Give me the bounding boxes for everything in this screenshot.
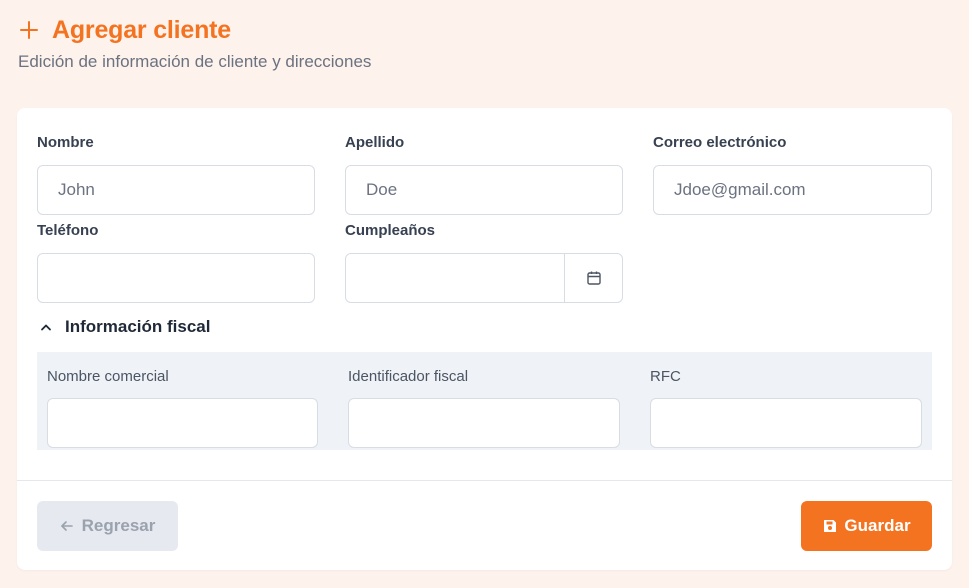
client-form-card: Nombre John Apellido Doe Correo electrón…	[17, 108, 952, 570]
add-client-page: Agregar cliente Edición de información d…	[0, 0, 969, 588]
rfc-field: RFC	[650, 368, 922, 448]
page-title: Agregar cliente	[52, 15, 232, 44]
footer-divider	[17, 480, 952, 481]
back-button[interactable]: Regresar	[37, 501, 178, 551]
telefono-label: Teléfono	[37, 222, 99, 239]
email-placeholder: Jdoe@gmail.com	[674, 180, 806, 199]
cumpleanos-field: Cumpleaños	[345, 222, 623, 303]
save-icon	[824, 520, 837, 532]
nombre-comercial-input[interactable]	[47, 398, 318, 448]
rfc-label: RFC	[650, 368, 681, 385]
correo-field: Correo electrónico Jdoe@gmail.com	[653, 134, 932, 215]
apellido-input[interactable]: Doe	[345, 165, 623, 215]
page-header: Agregar cliente Edición de información d…	[18, 14, 371, 72]
back-button-label: Regresar	[81, 516, 156, 535]
apellido-label: Apellido	[345, 134, 405, 151]
save-button-label: Guardar	[844, 516, 911, 535]
rfc-input[interactable]	[650, 398, 922, 448]
telefono-field: Teléfono	[37, 222, 315, 303]
calendar-icon	[586, 271, 601, 285]
nombre-comercial-label: Nombre comercial	[47, 368, 169, 385]
nombre-field: Nombre John	[37, 134, 315, 215]
phone-input[interactable]	[37, 253, 315, 303]
page-subtitle: Edición de información de cliente y dire…	[18, 52, 372, 71]
apellido-placeholder: Doe	[366, 180, 398, 199]
nombre-label: Nombre	[37, 134, 94, 151]
birthday-datepicker	[345, 253, 623, 303]
nombre-input[interactable]: John	[37, 165, 315, 215]
fiscal-panel: Nombre comercial Identificador fiscal RF…	[37, 352, 932, 450]
cumpleanos-label: Cumpleaños	[345, 222, 436, 239]
apellido-field: Apellido Doe	[345, 134, 623, 215]
email-input[interactable]: Jdoe@gmail.com	[653, 165, 932, 215]
fiscal-section-title: Información fiscal	[65, 317, 211, 336]
nombre-placeholder: John	[58, 180, 95, 199]
chevron-up-icon	[41, 324, 51, 331]
identificador-fiscal-label: Identificador fiscal	[348, 368, 469, 385]
plus-icon	[18, 19, 40, 41]
nombre-comercial-field: Nombre comercial	[47, 368, 318, 448]
save-button[interactable]: Guardar	[801, 501, 932, 551]
identificador-fiscal-input[interactable]	[348, 398, 620, 448]
fiscal-section-toggle[interactable]: Información fiscal	[39, 316, 210, 338]
arrow-left-icon	[60, 521, 73, 531]
birthday-input[interactable]	[346, 254, 564, 302]
calendar-button[interactable]	[564, 254, 622, 302]
title-row: Agregar cliente	[18, 14, 371, 46]
correo-label: Correo electrónico	[653, 134, 787, 151]
identificador-fiscal-field: Identificador fiscal	[348, 368, 620, 448]
